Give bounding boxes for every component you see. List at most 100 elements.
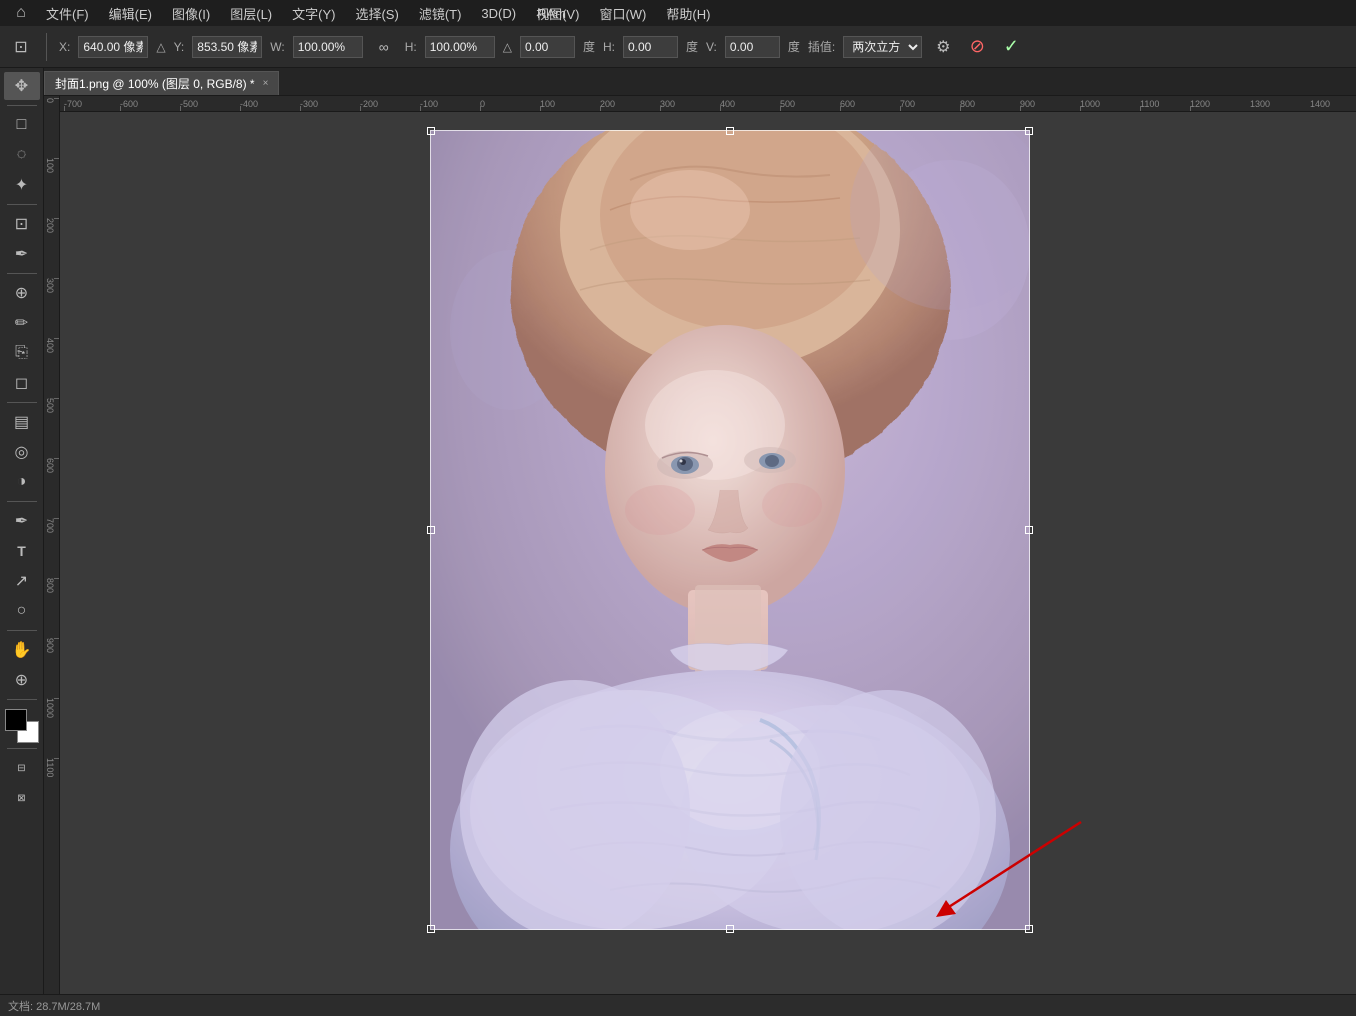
rect-select-tool[interactable]: □	[4, 111, 40, 139]
ruler-h-neg300: -300	[300, 99, 318, 109]
crop-tool[interactable]: ⊡	[4, 210, 40, 238]
dodge-tool[interactable]: ◑	[4, 468, 40, 496]
ruler-h-600: 600	[840, 99, 855, 109]
x-input[interactable]	[78, 36, 148, 58]
menu-window[interactable]: 窗口(W)	[591, 2, 654, 25]
ruler-h-neg500: -500	[180, 99, 198, 109]
rot-input[interactable]	[520, 36, 575, 58]
canvas-area[interactable]	[60, 112, 1356, 994]
triangle-icon: △	[156, 40, 165, 54]
deg-label-1: 度	[583, 38, 595, 55]
v-label: V:	[706, 40, 717, 54]
path-select-tool[interactable]: ↗	[4, 567, 40, 595]
ram-text: RAm	[537, 6, 566, 21]
zoom-tool[interactable]: ⊕	[4, 666, 40, 694]
menu-image[interactable]: 图像(I)	[164, 2, 218, 25]
hand-tool[interactable]: ✋	[4, 636, 40, 664]
shape-tool[interactable]: ○	[4, 597, 40, 625]
tool-separator-1	[7, 105, 37, 106]
extra-tool-2[interactable]: ⊠	[4, 784, 40, 812]
y-label: Y:	[174, 40, 185, 54]
y-input[interactable]	[192, 36, 262, 58]
ruler-top: .rh { position: absolute; font-size: 9px…	[60, 96, 1356, 112]
magic-wand-tool[interactable]: ✦	[4, 171, 40, 199]
interp-label: 插值:	[808, 38, 835, 55]
tab-bar: 封面1.png @ 100% (图层 0, RGB/8) * ×	[44, 68, 1356, 96]
ruler-h-300: 300	[660, 99, 675, 109]
menu-edit[interactable]: 编辑(E)	[101, 2, 160, 25]
extra-tool-1[interactable]: ⊟	[4, 754, 40, 782]
brush-tool[interactable]: ✏	[4, 309, 40, 337]
ruler-h-1400: 1400	[1310, 99, 1330, 109]
ram-display: RAm	[523, 0, 580, 26]
menu-text[interactable]: 文字(Y)	[284, 2, 343, 25]
tab-close-button[interactable]: ×	[263, 78, 269, 89]
toolbar: ⊡ X: △ Y: W: ∞ H: △ 度 H: 度 V: 度 插值: 两次立方…	[0, 26, 1356, 68]
deg-label-3: 度	[788, 38, 800, 55]
transform-tool-icon[interactable]: ⊡	[8, 34, 34, 60]
ruler-v-300: 300	[45, 278, 55, 293]
ruler-h-1200: 1200	[1190, 99, 1210, 109]
w-label: W:	[270, 40, 284, 54]
ruler-h-neg600: -600	[120, 99, 138, 109]
eyedropper-tool[interactable]: ✒	[4, 240, 40, 268]
menu-select[interactable]: 选择(S)	[347, 2, 406, 25]
eraser-tool[interactable]: ◻	[4, 369, 40, 397]
h-label: H:	[405, 40, 417, 54]
ruler-v-100: 100	[45, 158, 55, 173]
ruler-h-1100: 1100	[1140, 99, 1159, 109]
rot-icon: △	[503, 40, 512, 54]
ruler-h-800: 800	[960, 99, 975, 109]
ruler-v-1000: 1000	[45, 698, 55, 718]
ruler-h-neg100: -100	[420, 99, 438, 109]
gradient-tool[interactable]: ▤	[4, 408, 40, 436]
heal-tool[interactable]: ⊕	[4, 279, 40, 307]
stamp-tool[interactable]: ⎘	[4, 339, 40, 367]
lasso-tool[interactable]: ◌	[4, 141, 40, 169]
status-doc-size: 文档: 28.7M/28.7M	[8, 998, 100, 1014]
ruler-v-200: 200	[45, 218, 55, 233]
ruler-h-500: 500	[780, 99, 795, 109]
link-icon[interactable]: ∞	[371, 34, 397, 60]
confirm-button[interactable]: ✓	[998, 34, 1024, 60]
h2-input[interactable]	[623, 36, 678, 58]
blur-tool[interactable]: ◎	[4, 438, 40, 466]
ruler-left: .rv { position: absolute; font-size: 9px…	[44, 96, 60, 994]
portrait-svg	[430, 130, 1030, 930]
ruler-v-400: 400	[45, 338, 55, 353]
menu-layer[interactable]: 图层(L)	[222, 2, 280, 25]
menu-filter[interactable]: 滤镜(T)	[411, 2, 470, 25]
v-input[interactable]	[725, 36, 780, 58]
move-tool[interactable]: ✥	[4, 72, 40, 100]
ruler-h-900: 900	[1020, 99, 1035, 109]
ruler-h-neg400: -400	[240, 99, 258, 109]
toolbox: ✥ □ ◌ ✦ ⊡ ✒ ⊕ ✏ ⎘ ◻ ▤ ◎ ◑ ✒ T ↗ ○ ✋ ⊕ ⊟ …	[0, 68, 44, 994]
tool-separator-8	[7, 748, 37, 749]
interpolation-select[interactable]: 两次立方 两次线性 邻近	[843, 36, 922, 58]
menu-file[interactable]: 文件(F)	[38, 2, 97, 25]
warp-icon[interactable]: ⚙	[930, 34, 956, 60]
x-label: X:	[59, 40, 70, 54]
ruler-v-900: 900	[45, 638, 55, 653]
home-icon[interactable]: ⌂	[8, 0, 34, 26]
ruler-h-neg200: -200	[360, 99, 378, 109]
h-input[interactable]	[425, 36, 495, 58]
ruler-v-600: 600	[45, 458, 55, 473]
text-tool[interactable]: T	[4, 537, 40, 565]
ruler-v-1100: 1100	[45, 758, 55, 777]
pen-tool[interactable]: ✒	[4, 507, 40, 535]
canvas-image	[430, 130, 1030, 930]
cancel-button[interactable]: ⊘	[964, 34, 990, 60]
w-input[interactable]	[293, 36, 363, 58]
tool-separator-6	[7, 630, 37, 631]
menu-3d[interactable]: 3D(D)	[473, 4, 524, 23]
document-tab[interactable]: 封面1.png @ 100% (图层 0, RGB/8) * ×	[44, 71, 279, 95]
ruler-v-800: 800	[45, 578, 55, 593]
tool-separator-4	[7, 402, 37, 403]
color-swatches[interactable]	[5, 709, 39, 743]
menu-help[interactable]: 帮助(H)	[658, 2, 718, 25]
foreground-color-swatch[interactable]	[5, 709, 27, 731]
tab-filename: 封面1.png @ 100% (图层 0, RGB/8) *	[55, 75, 255, 92]
ruler-h-400: 400	[720, 99, 735, 109]
tool-separator-3	[7, 273, 37, 274]
